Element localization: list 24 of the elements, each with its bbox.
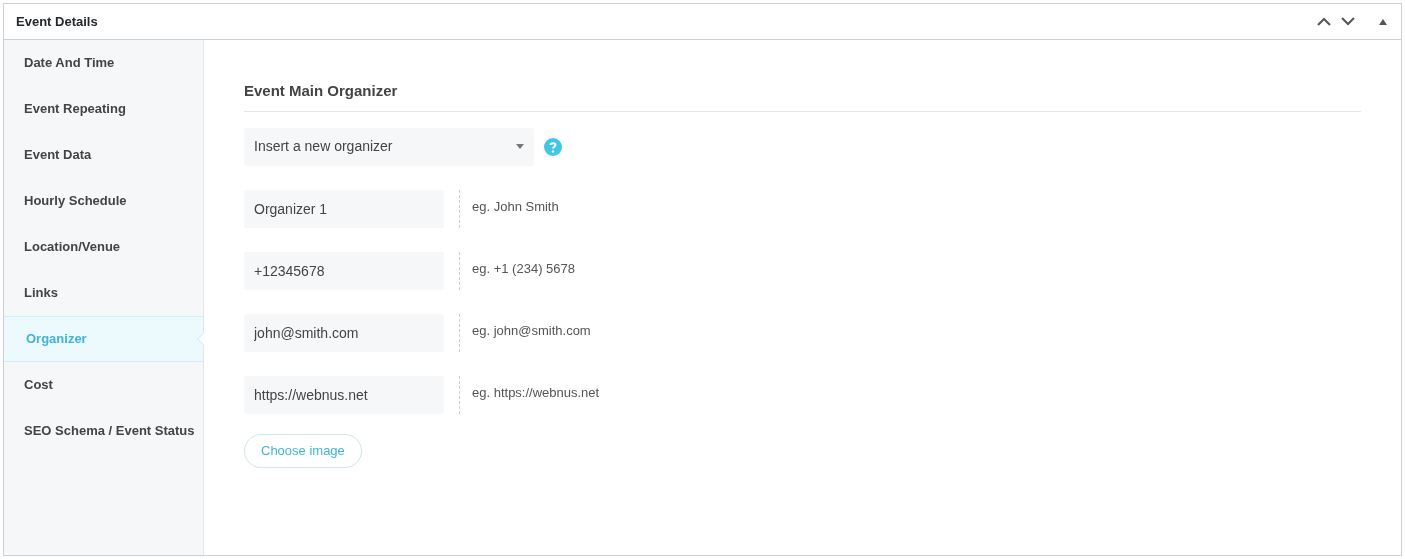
- text-field[interactable]: https://webnus.net: [244, 375, 444, 414]
- chevron-up-icon[interactable]: [1317, 17, 1331, 26]
- chevron-down-icon[interactable]: [1341, 17, 1355, 26]
- field-hint: eg. https://webnus.net: [472, 383, 600, 402]
- sidebar-item[interactable]: Cost: [4, 362, 203, 408]
- field-hint: eg. John Smith: [472, 197, 559, 216]
- sidebar-item[interactable]: Event Repeating: [4, 86, 203, 132]
- caret-icon: [516, 144, 524, 149]
- field-hint: eg. john@smith.com: [472, 321, 591, 340]
- sidebar-item[interactable]: Links: [4, 270, 203, 316]
- sidebar-item[interactable]: SEO Schema / Event Status: [4, 408, 203, 454]
- sidebar-item[interactable]: Hourly Schedule: [4, 178, 203, 224]
- text-field[interactable]: john@smith.com: [244, 313, 444, 352]
- sidebar-item[interactable]: Event Data: [4, 132, 203, 178]
- triangle-up-icon[interactable]: [1379, 18, 1387, 25]
- organizer-select[interactable]: Insert a new organizer: [244, 127, 534, 166]
- select-value: Insert a new organizer: [254, 137, 393, 156]
- panel-title: Event Details: [16, 12, 98, 31]
- sidebar-item[interactable]: Location/Venue: [4, 224, 203, 270]
- text-field[interactable]: Organizer 1: [244, 189, 444, 228]
- field-hint: eg. +1 (234) 5678: [472, 259, 575, 278]
- section-title: Event Main Organizer: [244, 80, 1361, 112]
- text-field[interactable]: +12345678: [244, 251, 444, 290]
- sidebar-item[interactable]: Date And Time: [4, 40, 203, 86]
